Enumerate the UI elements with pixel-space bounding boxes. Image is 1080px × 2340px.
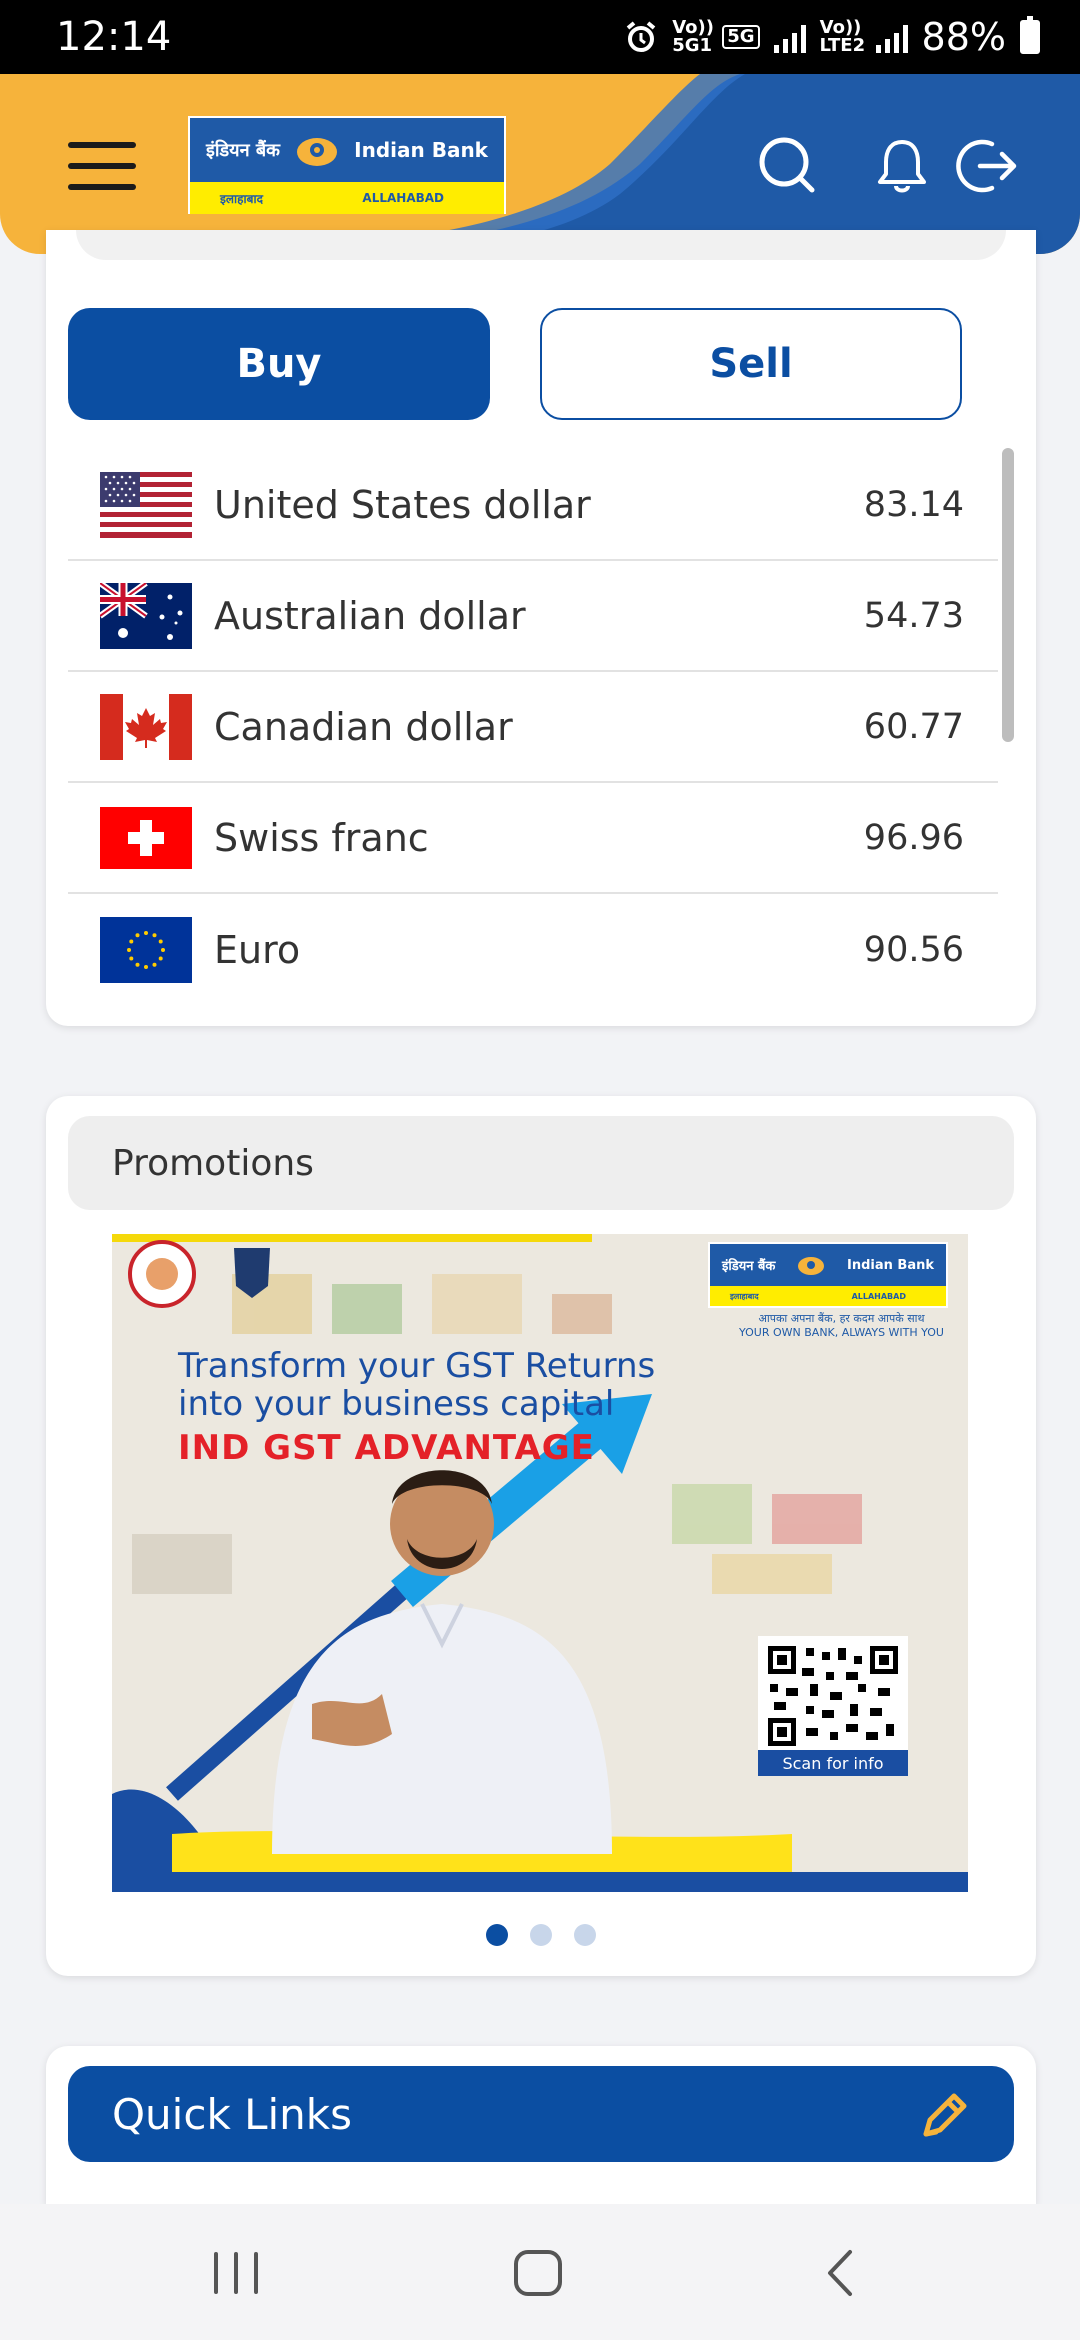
- eu-flag-icon: [100, 916, 192, 983]
- us-flag-icon: [100, 471, 192, 538]
- carousel-dot-3[interactable]: [574, 1924, 596, 1946]
- rate-row-cad[interactable]: Canadian dollar 60.77: [68, 672, 998, 783]
- banner-line-1: Transform your GST Returns: [178, 1346, 656, 1386]
- swiss-flag-icon: [100, 806, 192, 869]
- currency-rate: 96.96: [863, 817, 964, 858]
- tagline-hindi: आपका अपना बैंक, हर कदम आपके साथ: [758, 1312, 925, 1325]
- promotions-title: Promotions: [112, 1142, 314, 1184]
- menu-button[interactable]: [68, 142, 136, 190]
- quick-links-header[interactable]: Quick Links: [68, 2066, 1014, 2162]
- rate-row-chf[interactable]: Swiss franc 96.96: [68, 783, 998, 894]
- scan-for-info-label: Scan for info: [758, 1750, 908, 1776]
- signal-2-icon: [875, 21, 908, 53]
- banner-logo-english: Indian Bank: [847, 1257, 934, 1273]
- banner-logo-sub-english: ALLAHABAD: [851, 1291, 906, 1301]
- edit-pencil-icon[interactable]: [916, 2090, 970, 2144]
- promotions-card: Promotions इंडियन बैंक Indian Bank इलाहा…: [46, 1096, 1036, 1976]
- logo-sub-english: ALLAHABAD: [362, 191, 444, 205]
- currency-name: Canadian dollar: [214, 704, 513, 749]
- status-icons: Vo)) 5G1 5G Vo)) LTE2 88%: [624, 15, 1040, 59]
- rate-row-usd[interactable]: United States dollar 83.14: [68, 450, 998, 561]
- home-icon[interactable]: [508, 2246, 568, 2300]
- banner-bank-logo: इंडियन बैंक Indian Bank इलाहाबाद ALLAHAB…: [708, 1242, 948, 1308]
- australia-flag-icon: [100, 582, 192, 649]
- currency-rate: 90.56: [863, 929, 964, 970]
- logo-english-text: Indian Bank: [354, 138, 488, 162]
- rate-list-scrollbar[interactable]: [1002, 448, 1014, 742]
- search-icon[interactable]: [756, 134, 820, 198]
- network-5g-badge: 5G: [722, 25, 760, 49]
- bank-emblem-icon: [297, 138, 338, 166]
- indian-bank-logo: इंडियन बैंक Indian Bank इलाहाबाद ALLAHAB…: [188, 116, 506, 214]
- tagline-english: YOUR OWN BANK, ALWAYS WITH YOU: [739, 1326, 944, 1339]
- back-icon[interactable]: [810, 2246, 870, 2300]
- rate-row-aud[interactable]: Australian dollar 54.73: [68, 561, 998, 672]
- quick-links-card: Quick Links: [46, 2046, 1036, 2206]
- quick-links-title: Quick Links: [112, 2089, 353, 2139]
- battery-percent: 88%: [921, 15, 1006, 59]
- status-bar: 12:14 Vo)) 5G1 5G Vo)) LTE2 88%: [0, 0, 1080, 74]
- rate-list[interactable]: United States dollar 83.14 Australian do…: [68, 450, 998, 1005]
- card-shade: [76, 230, 1006, 260]
- banner-line-2: into your business capital: [178, 1384, 615, 1424]
- banner-emblem-icon: [798, 1257, 825, 1275]
- banner-logo-hindi: इंडियन बैंक: [722, 1259, 776, 1274]
- banner-tagline: आपका अपना बैंक, हर कदम आपके साथ YOUR OWN…: [739, 1312, 944, 1340]
- currency-rate: 54.73: [863, 595, 964, 636]
- logo-sub-hindi: इलाहाबाद: [220, 191, 263, 206]
- currency-name: United States dollar: [214, 482, 591, 527]
- currency-name: Australian dollar: [214, 593, 526, 638]
- currency-name: Euro: [214, 927, 301, 972]
- currency-rate: 60.77: [863, 706, 964, 747]
- app-header: इंडियन बैंक Indian Bank इलाहाबाद ALLAHAB…: [0, 74, 1080, 254]
- promotions-header: Promotions: [68, 1116, 1014, 1210]
- signal-1-icon: [773, 21, 806, 53]
- currency-name: Swiss franc: [214, 815, 429, 860]
- currency-rate: 83.14: [863, 484, 964, 525]
- alarm-icon: [626, 21, 656, 52]
- banner-headline: IND GST ADVANTAGE: [178, 1428, 595, 1468]
- carousel-dot-1[interactable]: [486, 1924, 508, 1946]
- buy-tab-button[interactable]: Buy: [68, 308, 490, 420]
- carousel-dots[interactable]: [46, 1924, 1036, 1946]
- carousel-dot-2[interactable]: [530, 1924, 552, 1946]
- logout-icon[interactable]: [956, 134, 1020, 198]
- recent-apps-icon[interactable]: [206, 2246, 266, 2300]
- banner-logo-sub-hindi: इलाहाबाद: [730, 1291, 759, 1301]
- network-1-label: Vo)) 5G1: [672, 17, 714, 56]
- forex-rates-card: Buy Sell United States dollar 83.14 Aust…: [46, 230, 1036, 1026]
- sell-tab-button[interactable]: Sell: [540, 308, 962, 420]
- bell-icon[interactable]: [870, 134, 934, 198]
- network-2-label: Vo)) LTE2: [819, 17, 866, 56]
- logo-hindi-text: इंडियन बैंक: [206, 140, 280, 161]
- canada-flag-icon: [100, 693, 192, 760]
- rate-row-eur[interactable]: Euro 90.56: [68, 894, 998, 1005]
- clock: 12:14: [56, 14, 172, 60]
- system-nav-bar: [0, 2204, 1080, 2340]
- battery-icon: [1020, 16, 1040, 54]
- promotion-banner[interactable]: इंडियन बैंक Indian Bank इलाहाबाद ALLAHAB…: [112, 1234, 968, 1892]
